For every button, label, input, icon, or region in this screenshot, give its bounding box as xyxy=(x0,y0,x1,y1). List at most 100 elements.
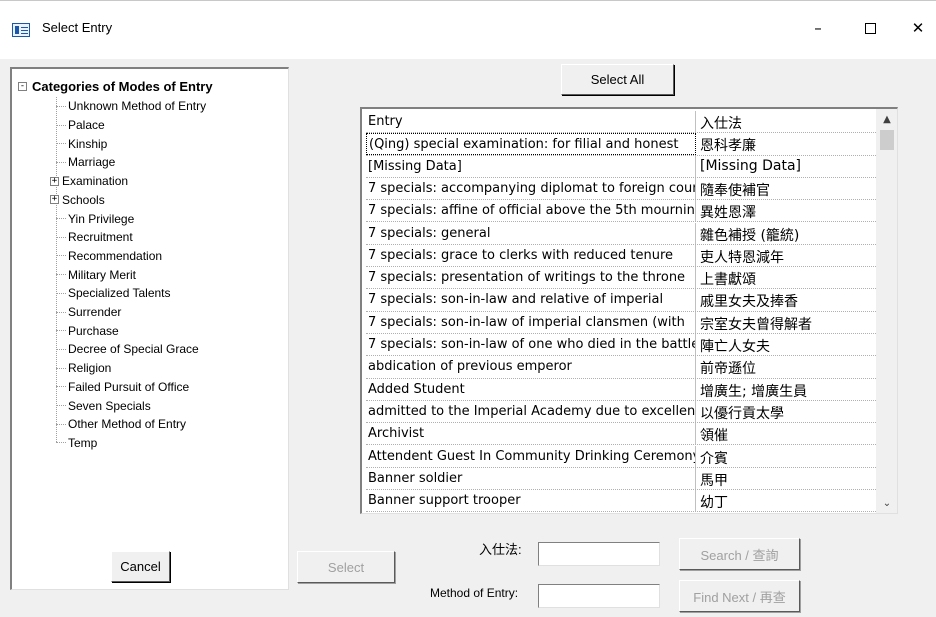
list-row[interactable]: [Missing Data] [Missing Data] xyxy=(366,155,880,178)
tree-item[interactable]: Temp xyxy=(56,434,97,453)
list-row[interactable]: 7 specials: general 雜色補授 (籠統) xyxy=(366,222,880,245)
list-row[interactable]: 7 specials: accompanying diplomat to for… xyxy=(366,177,880,201)
form-icon xyxy=(12,23,30,37)
entry-cell: 7 specials: son-in-law and relative of i… xyxy=(366,289,696,311)
find-next-button[interactable]: Find Next / 再查 xyxy=(679,580,800,612)
list-row[interactable]: 7 specials: affine of official above the… xyxy=(366,200,880,223)
tree-item-label: Marriage xyxy=(68,155,116,170)
tree-connector xyxy=(56,161,66,163)
list-row[interactable]: abdication of previous emperor 前帝遜位 xyxy=(366,356,880,379)
list-row[interactable]: Archivist 領催 xyxy=(366,423,880,446)
list-row[interactable]: 7 specials: son-in-law and relative of i… xyxy=(366,289,880,312)
tree-item[interactable]: Other Method of Entry xyxy=(56,415,186,434)
tree-item[interactable]: Decree of Special Grace xyxy=(56,340,199,359)
entry-cell: Attendent Guest In Community Drinking Ce… xyxy=(366,445,696,467)
select-all-button[interactable]: Select All xyxy=(561,64,674,95)
cancel-button[interactable]: Cancel xyxy=(111,551,170,582)
tree-item[interactable]: Marriage xyxy=(56,153,115,172)
tree-connector xyxy=(56,442,66,444)
scroll-up-icon[interactable]: ▲ xyxy=(876,109,897,129)
tree-root[interactable]: - Categories of Modes of Entry xyxy=(18,78,213,94)
tree-item-label: Purchase xyxy=(68,323,119,338)
list-row[interactable]: Attendent Guest In Community Drinking Ce… xyxy=(366,445,880,468)
search-button[interactable]: Search / 查詢 xyxy=(679,538,800,570)
tree-connector xyxy=(56,405,66,407)
tree-item[interactable]: Specialized Talents xyxy=(56,284,171,303)
ru-cell: 雜色補授 (籠統) xyxy=(700,227,800,244)
tree-item[interactable]: + Examination xyxy=(50,172,128,191)
maximize-icon xyxy=(864,22,876,34)
list-row[interactable]: 7 specials: son-in-law of one who died i… xyxy=(366,334,880,357)
list-row[interactable]: admitted to the Imperial Academy due to … xyxy=(366,400,880,424)
list-row[interactable]: Banner support trooper 幼丁 xyxy=(366,490,880,513)
tree-item[interactable]: Religion xyxy=(56,359,111,378)
scroll-thumb[interactable] xyxy=(880,130,894,150)
tree-item[interactable]: Palace xyxy=(56,116,105,135)
tree-item[interactable]: Purchase xyxy=(56,321,119,340)
entry-cell: admitted to the Imperial Academy due to … xyxy=(366,400,696,423)
entry-list[interactable]: Entry 入仕法 (Qing) special examination: fo… xyxy=(360,107,898,514)
collapse-icon[interactable]: - xyxy=(18,81,27,91)
tree-item[interactable]: + Schools xyxy=(50,191,105,210)
list-row[interactable]: 7 specials: presentation of writings to … xyxy=(366,267,880,290)
tree-item[interactable]: Recommendation xyxy=(56,247,162,266)
ru-cell: 介賓 xyxy=(700,450,728,467)
tree-item[interactable]: Military Merit xyxy=(56,265,136,284)
vertical-scrollbar[interactable]: ▲ ⌄ xyxy=(876,109,897,513)
tree-item-label: Failed Pursuit of Office xyxy=(68,379,190,394)
tree-item[interactable]: Kinship xyxy=(56,134,107,153)
tree-connector xyxy=(56,124,66,126)
scroll-down-icon[interactable]: ⌄ xyxy=(876,493,897,513)
tree-item-label: Schools xyxy=(62,192,105,207)
ru-cell: 領催 xyxy=(700,428,728,445)
ru-input[interactable] xyxy=(538,542,660,566)
tree-item-label: Military Merit xyxy=(68,267,136,282)
tree-connector xyxy=(56,330,66,332)
ru-cell: 馬甲 xyxy=(700,472,728,489)
category-tree[interactable]: - Categories of Modes of Entry Unknown M… xyxy=(10,67,289,590)
tree-connector xyxy=(56,367,66,369)
select-button[interactable]: Select xyxy=(297,551,395,583)
tree-connector xyxy=(56,255,66,257)
tree-item-label: Palace xyxy=(68,118,105,133)
ru-cell: 幼丁 xyxy=(700,495,728,512)
entry-cell: 7 specials: general xyxy=(366,222,696,244)
minimize-icon: – xyxy=(814,19,822,37)
ru-cell: 吏人特恩減年 xyxy=(700,249,784,266)
entry-cell: Banner soldier xyxy=(366,467,696,490)
list-row[interactable]: Banner soldier 馬甲 xyxy=(366,467,880,491)
entry-cell: [Missing Data] xyxy=(366,155,696,177)
entry-cell: 7 specials: presentation of writings to … xyxy=(366,267,696,289)
tree-connector xyxy=(56,218,66,220)
tree-item-label: Kinship xyxy=(68,136,108,151)
entry-cell: 7 specials: son-in-law of one who died i… xyxy=(366,334,696,356)
tree-item[interactable]: Failed Pursuit of Office xyxy=(56,378,189,397)
tree-item[interactable]: Yin Privilege xyxy=(56,209,134,228)
list-row[interactable]: Added Student 增廣生; 增廣生員 xyxy=(366,378,880,401)
entry-cell: abdication of previous emperor xyxy=(366,356,696,378)
list-row[interactable]: 7 specials: grace to clerks with reduced… xyxy=(366,244,880,268)
tree-connector xyxy=(56,386,66,388)
tree-connector xyxy=(56,143,66,145)
expand-icon[interactable]: + xyxy=(50,195,59,205)
tree-connector xyxy=(56,274,66,276)
list-row[interactable]: 7 specials: son-in-law of imperial clans… xyxy=(366,311,880,334)
tree-connector xyxy=(56,423,66,425)
tree-item-label: Recommendation xyxy=(68,248,163,263)
maximize-button[interactable] xyxy=(847,13,893,43)
expand-icon[interactable]: + xyxy=(50,176,59,186)
method-of-entry-input[interactable] xyxy=(538,584,660,608)
tree-item[interactable]: Surrender xyxy=(56,303,121,322)
ru-cell: 上書獻頌 xyxy=(700,272,756,289)
minimize-button[interactable]: – xyxy=(795,13,841,43)
tree-item[interactable]: Seven Specials xyxy=(56,396,151,415)
close-button[interactable]: ✕ xyxy=(895,13,936,43)
ru-cell: 隨奉使補官 xyxy=(700,182,770,199)
tree-connector xyxy=(56,236,66,238)
tree-item-label: Specialized Talents xyxy=(68,286,171,301)
tree-connector xyxy=(56,311,66,313)
select-entry-dialog: Select Entry – ✕ - Categories of Modes o… xyxy=(0,0,936,617)
tree-item[interactable]: Recruitment xyxy=(56,228,133,247)
list-row[interactable]: (Qing) special examination: for filial a… xyxy=(366,133,880,156)
tree-item[interactable]: Unknown Method of Entry xyxy=(56,97,206,116)
